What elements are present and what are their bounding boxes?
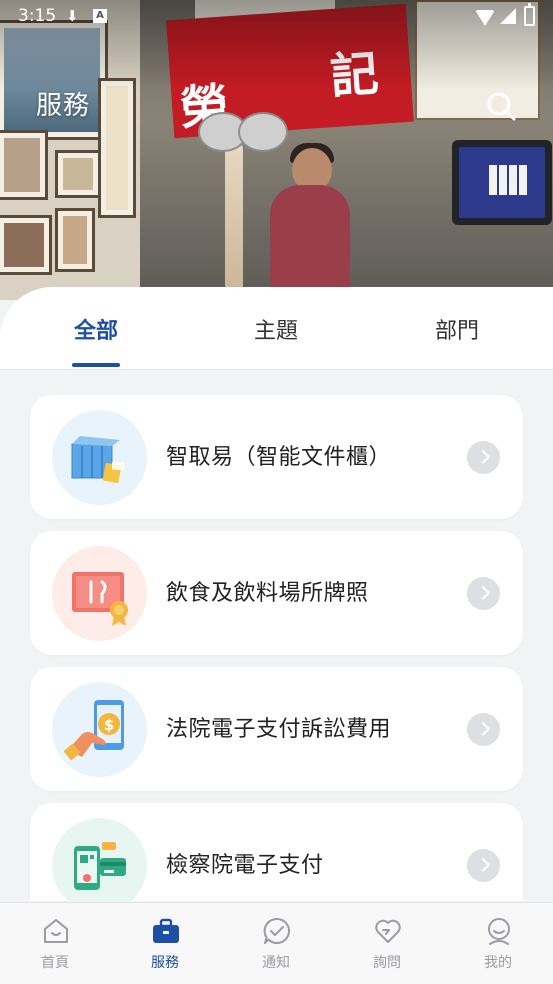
food-licence-icon — [72, 572, 128, 626]
page-title: 服務 — [36, 91, 91, 121]
tab-bar: 全部 主題 部門 — [0, 287, 553, 369]
court-payment-icon: $ — [64, 700, 124, 761]
service-list: 智取易（智能文件櫃） 飲食及飲料場所牌照 $ 法院電子支付訴訟費用 檢察院電子支… — [0, 369, 553, 901]
prosecution-payment-icon — [74, 842, 126, 890]
nav-label: 詢問 — [373, 955, 401, 971]
search-button[interactable] — [485, 90, 517, 122]
service-card[interactable]: 飲食及飲料場所牌照 — [30, 531, 523, 655]
wifi-icon — [475, 10, 495, 26]
nav-enquiry[interactable]: 詢問 — [332, 903, 442, 984]
nav-profile[interactable]: 我的 — [443, 903, 553, 984]
nav-home[interactable]: 首頁 — [0, 903, 110, 984]
download-icon: ⬇ — [66, 7, 79, 25]
signal-icon — [500, 8, 516, 24]
battery-icon — [524, 3, 535, 26]
status-bar: 3:15 ⬇ A — [0, 0, 553, 32]
service-card[interactable]: $ 法院電子支付訴訟費用 — [30, 667, 523, 791]
tab-departments[interactable]: 部門 — [397, 313, 517, 345]
bottom-nav: 首頁 服務 通知 詢問 我的 — [0, 902, 553, 984]
search-icon — [487, 92, 516, 121]
nav-notifications[interactable]: 通知 — [221, 903, 331, 984]
tab-indicator — [72, 363, 120, 367]
chevron-right-icon — [467, 849, 500, 882]
nav-label: 首頁 — [41, 955, 69, 971]
enquiry-icon — [375, 919, 401, 943]
chevron-right-icon — [467, 577, 500, 610]
service-card[interactable]: 檢察院電子支付 — [30, 803, 523, 901]
chevron-right-icon — [467, 713, 500, 746]
header-photo: 榮 記 — [0, 0, 553, 300]
notification-a-icon: A — [93, 9, 107, 23]
nav-label: 通知 — [262, 955, 290, 971]
nav-label: 服務 — [151, 955, 179, 971]
tab-topics[interactable]: 主題 — [216, 313, 336, 345]
photo-shade — [0, 0, 553, 300]
card-icon-bg — [52, 410, 147, 505]
notification-icon — [263, 917, 290, 944]
home-icon — [44, 919, 68, 943]
chevron-right-icon — [467, 441, 500, 474]
card-icon-bg — [52, 818, 147, 901]
card-icon-bg: $ — [52, 682, 147, 777]
profile-icon — [488, 918, 510, 945]
status-time: 3:15 — [18, 6, 57, 26]
nav-label: 我的 — [484, 955, 512, 971]
nav-services[interactable]: 服務 — [110, 903, 220, 984]
service-title: 檢察院電子支付 — [166, 853, 324, 878]
service-title: 法院電子支付訴訟費用 — [166, 717, 392, 742]
service-card[interactable]: 智取易（智能文件櫃） — [30, 395, 523, 519]
service-title: 智取易（智能文件櫃） — [166, 445, 392, 470]
card-icon-bg — [52, 546, 147, 641]
tab-all[interactable]: 全部 — [36, 313, 156, 345]
service-title: 飲食及飲料場所牌照 — [166, 581, 369, 606]
briefcase-icon — [153, 918, 179, 943]
smart-locker-icon — [71, 436, 124, 483]
svg-text:$: $ — [104, 716, 114, 734]
